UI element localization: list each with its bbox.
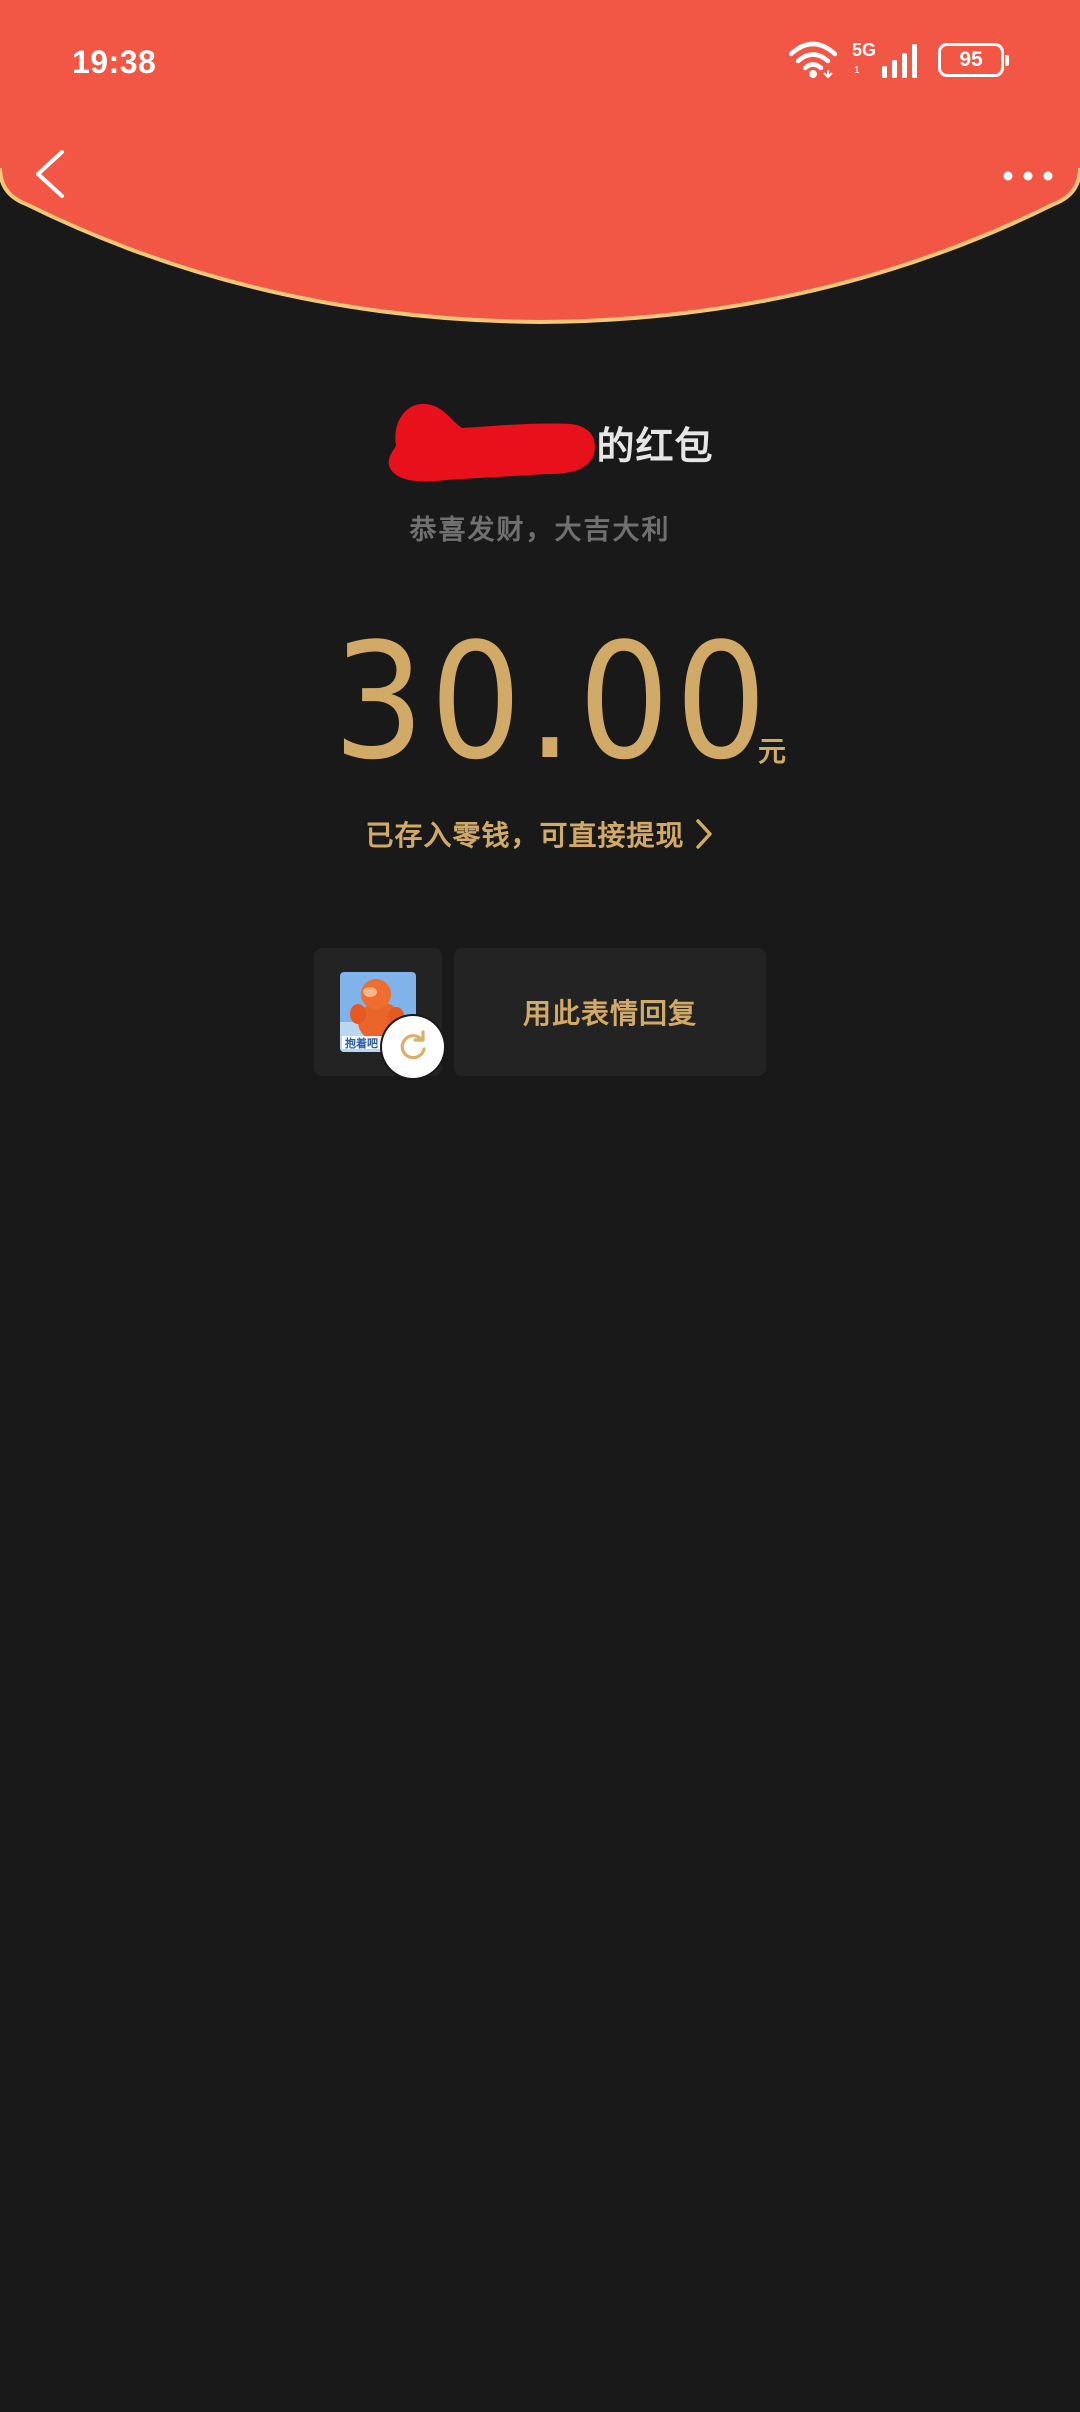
amount-row: 30.00 元 bbox=[0, 622, 1080, 782]
wifi-icon bbox=[788, 41, 838, 79]
chevron-right-icon bbox=[695, 819, 712, 849]
battery-icon: 95 bbox=[938, 43, 1009, 77]
sender-name-redacted bbox=[389, 403, 596, 482]
greeting-text: 恭喜发财，大吉大利 bbox=[409, 515, 671, 546]
stored-to-wallet-link[interactable]: 已存入零钱，可直接提现 bbox=[0, 814, 1080, 854]
signal-icon bbox=[882, 44, 917, 78]
battery-level: 95 bbox=[959, 48, 983, 71]
more-dots-icon bbox=[1003, 171, 1053, 181]
sender-suffix: 的红包 bbox=[596, 423, 714, 468]
more-button[interactable] bbox=[998, 156, 1058, 196]
status-bar: 19:38 5G 1 95 bbox=[0, 0, 1080, 126]
amount-unit: 元 bbox=[758, 735, 787, 768]
status-icons: 5G 1 95 bbox=[788, 38, 1009, 82]
back-arrow-icon bbox=[36, 150, 64, 198]
refresh-icon bbox=[400, 1030, 426, 1060]
refresh-sticker-button[interactable] bbox=[382, 1016, 444, 1078]
network-type-icon: 5G 1 bbox=[852, 40, 877, 76]
sticker-caption: 抱着吧 bbox=[345, 1036, 378, 1050]
status-time: 19:38 bbox=[72, 44, 157, 80]
stored-to-wallet-text: 已存入零钱，可直接提现 bbox=[365, 819, 685, 852]
amount-value: 30.00 bbox=[333, 608, 773, 795]
sender-row: 的红包 bbox=[0, 392, 1080, 492]
reply-with-sticker-button[interactable]: 用此表情回复 bbox=[454, 948, 766, 1076]
back-button[interactable] bbox=[26, 146, 74, 202]
